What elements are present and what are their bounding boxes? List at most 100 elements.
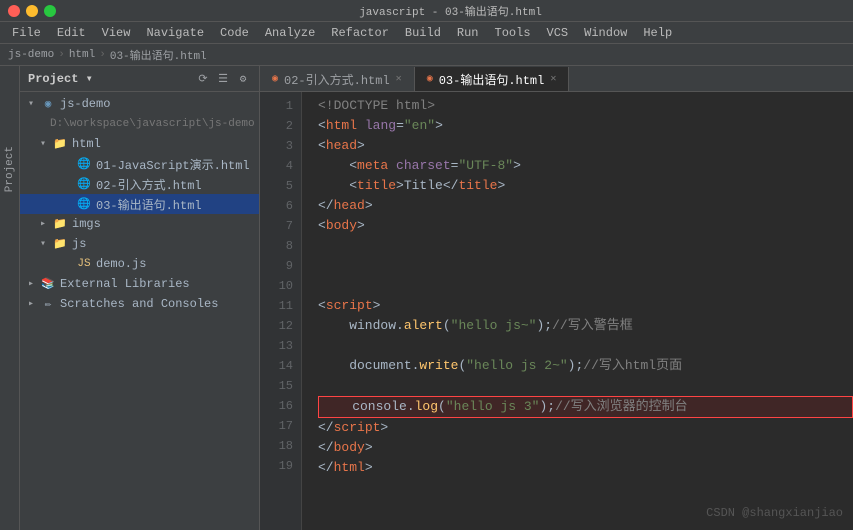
code-token: > (513, 156, 521, 176)
expand-arrow: ▾ (40, 238, 52, 250)
html-file-icon: 🌐 (76, 197, 92, 211)
code-token: < (318, 216, 326, 236)
code-line: </body> (318, 438, 853, 458)
tree-item-html[interactable]: ▾ 📁 html (20, 134, 259, 154)
code-line (318, 276, 853, 296)
watermark: CSDN @shangxianjiao (706, 506, 843, 520)
menu-item-vcs[interactable]: VCS (539, 24, 577, 42)
menu-item-build[interactable]: Build (397, 24, 449, 42)
tree-label: 01-JavaScript演示.html (96, 156, 250, 173)
menu-item-edit[interactable]: Edit (49, 24, 94, 42)
html-file-icon: 🌐 (76, 157, 92, 171)
code-line: <script> (318, 296, 853, 316)
code-line: </script> (318, 418, 853, 438)
line-number: 2 (260, 116, 293, 136)
tree-label: 03-输出语句.html (96, 196, 202, 213)
code-token: console. (321, 397, 415, 417)
code-token: </ (318, 196, 334, 216)
code-token: charset (396, 156, 451, 176)
code-token: "hello js 2~" (466, 356, 567, 376)
menu-item-analyze[interactable]: Analyze (257, 24, 323, 42)
tree-label: imgs (72, 217, 101, 231)
maximize-icon[interactable] (44, 5, 56, 17)
tree-item-02html[interactable]: 🌐 02-引入方式.html (20, 174, 259, 194)
tree-item-01html[interactable]: 🌐 01-JavaScript演示.html (20, 154, 259, 174)
code-token: script (334, 418, 381, 438)
code-line (318, 256, 853, 276)
code-token: meta (357, 156, 388, 176)
close-icon[interactable] (8, 5, 20, 17)
tree-item-scratches[interactable]: ▸ ✏ Scratches and Consoles (20, 294, 259, 314)
sync-icon[interactable]: ⟳ (195, 71, 211, 87)
code-line: <title>Title</title> (318, 176, 853, 196)
tree-item-imgs[interactable]: ▸ 📁 imgs (20, 214, 259, 234)
scratches-icon: ✏ (40, 297, 56, 311)
code-token: "hello js 3" (446, 397, 540, 417)
collapse-icon[interactable]: ☰ (215, 71, 231, 87)
folder-icon: 📁 (52, 217, 68, 231)
breadcrumb-item[interactable]: html (69, 49, 95, 61)
code-line (318, 376, 853, 396)
tree-item-demojs[interactable]: JS demo.js (20, 254, 259, 274)
code-token: alert (404, 316, 443, 336)
code-token: title (458, 176, 497, 196)
titlebar: javascript - 03-输出语句.html (0, 0, 853, 22)
code-token: "hello js~" (451, 316, 537, 336)
code-line: </html> (318, 458, 853, 478)
tree-label: Scratches and Consoles (60, 297, 218, 311)
menu-item-window[interactable]: Window (576, 24, 635, 42)
menu-item-navigate[interactable]: Navigate (138, 24, 212, 42)
root-path-text: D:\workspace\javascript\js-demo (50, 118, 255, 130)
line-number: 18 (260, 436, 293, 456)
tree-item-js-demo[interactable]: ▾ ◉ js-demo (20, 94, 259, 114)
expand-arrow: ▾ (28, 98, 40, 110)
code-token: > (357, 136, 365, 156)
code-token: ( (458, 356, 466, 376)
code-line (318, 236, 853, 256)
code-editor[interactable]: <!DOCTYPE html><html lang="en"><head> <m… (302, 92, 853, 530)
tree-item-extlib[interactable]: ▸ 📚 External Libraries (20, 274, 259, 294)
code-token: </ (318, 418, 334, 438)
menu-item-refactor[interactable]: Refactor (323, 24, 397, 42)
code-token: > (380, 418, 388, 438)
line-number: 14 (260, 356, 293, 376)
code-token: < (318, 156, 357, 176)
window-title: javascript - 03-输出语句.html (359, 3, 542, 19)
code-token: = (396, 116, 404, 136)
breadcrumb-separator: › (58, 49, 65, 61)
breadcrumb-item[interactable]: js-demo (8, 49, 54, 61)
minimize-icon[interactable] (26, 5, 38, 17)
line-number: 15 (260, 376, 293, 396)
breadcrumb-item[interactable]: 03-输出语句.html (110, 47, 207, 63)
code-token: write (419, 356, 458, 376)
breadcrumb-separator: › (99, 49, 106, 61)
menu-item-run[interactable]: Run (449, 24, 487, 42)
tab-html-icon: ◉ (427, 73, 433, 85)
tree-item-03html[interactable]: 🌐 03-输出语句.html (20, 194, 259, 214)
code-token: > (373, 296, 381, 316)
project-panel-toggle[interactable]: Project (0, 66, 20, 530)
tab-close-icon[interactable]: ✕ (396, 73, 402, 85)
menu-item-view[interactable]: View (94, 24, 139, 42)
code-token: title (357, 176, 396, 196)
tab-close-icon[interactable]: ✕ (550, 73, 556, 85)
line-number: 8 (260, 236, 293, 256)
code-line: <body> (318, 216, 853, 236)
html-file-icon: 🌐 (76, 177, 92, 191)
menu-item-code[interactable]: Code (212, 24, 257, 42)
code-token: >Title</ (396, 176, 458, 196)
menu-item-tools[interactable]: Tools (487, 24, 539, 42)
code-line (318, 336, 853, 356)
settings-icon[interactable]: ⚙ (235, 71, 251, 87)
project-tree: ▾ ◉ js-demo D:\workspace\javascript\js-d… (20, 92, 259, 530)
code-token: > (357, 216, 365, 236)
menu-item-file[interactable]: File (4, 24, 49, 42)
tree-item-js[interactable]: ▾ 📁 js (20, 234, 259, 254)
menu-item-help[interactable]: Help (635, 24, 680, 42)
tab-02html[interactable]: ◉ 02-引入方式.html ✕ (260, 67, 415, 91)
code-token: body (334, 438, 365, 458)
tree-label: html (72, 137, 101, 151)
tab-03html[interactable]: ◉ 03-输出语句.html ✕ (415, 67, 570, 91)
editor-tabs: ◉ 02-引入方式.html ✕ ◉ 03-输出语句.html ✕ (260, 66, 853, 92)
tree-label: js-demo (60, 97, 110, 111)
